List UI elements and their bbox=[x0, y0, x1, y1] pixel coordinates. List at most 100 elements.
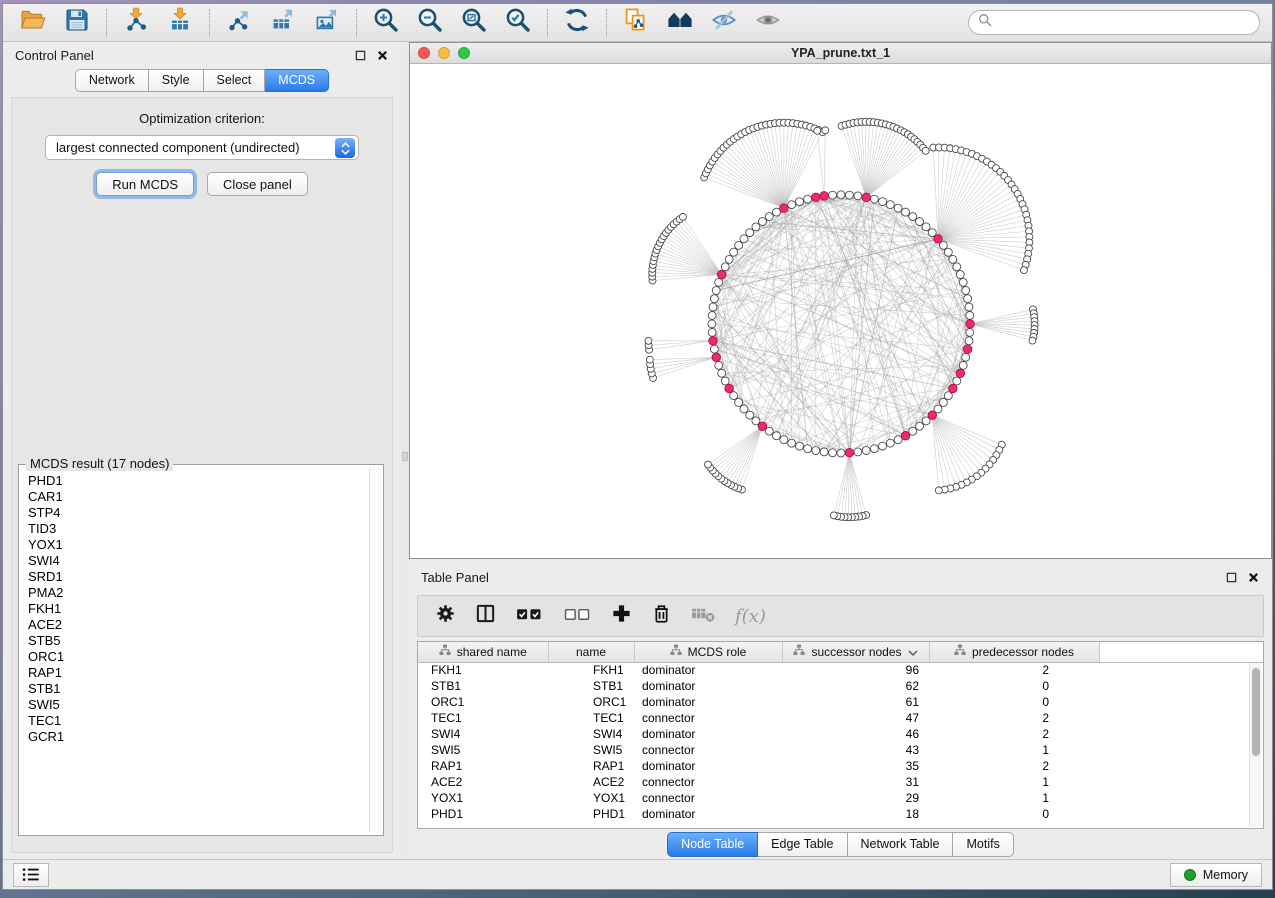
mcds-node[interactable] bbox=[949, 384, 958, 393]
network-node[interactable] bbox=[953, 263, 961, 271]
cell-predecessor-nodes[interactable]: 2 bbox=[929, 710, 1099, 726]
scrollbar-thumb[interactable] bbox=[1252, 668, 1260, 756]
network-node[interactable] bbox=[710, 295, 718, 303]
leaf-node[interactable] bbox=[922, 147, 929, 154]
mcds-result-list[interactable]: PHD1CAR1STP4TID3YOX1SWI4SRD1PMA2FKH1ACE2… bbox=[21, 469, 367, 833]
mcds-node[interactable] bbox=[963, 345, 972, 354]
network-node[interactable] bbox=[886, 201, 894, 209]
mcds-result-item[interactable]: PHD1 bbox=[28, 473, 367, 489]
network-node[interactable] bbox=[812, 447, 820, 455]
column-header-shared-name[interactable]: shared name bbox=[418, 642, 548, 662]
cell-MCDS-role[interactable]: dominator bbox=[634, 726, 782, 742]
cell-name[interactable]: SWI4 bbox=[548, 726, 634, 742]
network-node[interactable] bbox=[796, 198, 804, 206]
network-node[interactable] bbox=[796, 442, 804, 450]
cell-shared-name[interactable]: YOX1 bbox=[418, 790, 548, 806]
export-table-button[interactable] bbox=[261, 7, 305, 39]
refresh-layout-button[interactable] bbox=[555, 7, 599, 39]
mcds-result-item[interactable]: ACE2 bbox=[28, 617, 367, 633]
leaf-node[interactable] bbox=[679, 213, 686, 220]
network-node[interactable] bbox=[715, 278, 723, 286]
window-close-button[interactable] bbox=[418, 47, 430, 59]
zoom-out-button[interactable] bbox=[408, 7, 452, 39]
new-network-from-selection-button[interactable] bbox=[614, 7, 658, 39]
cell-MCDS-role[interactable]: connector bbox=[634, 710, 782, 726]
network-node[interactable] bbox=[721, 263, 729, 271]
hide-selected-button[interactable] bbox=[702, 7, 746, 39]
cell-shared-name[interactable]: ACE2 bbox=[418, 774, 548, 790]
network-node[interactable] bbox=[922, 223, 930, 231]
export-image-button[interactable] bbox=[305, 7, 349, 39]
select-all-button[interactable] bbox=[515, 602, 544, 630]
mcds-result-item[interactable]: GCR1 bbox=[28, 729, 367, 745]
network-node[interactable] bbox=[879, 198, 887, 206]
search-box[interactable] bbox=[968, 10, 1260, 35]
leaf-node[interactable] bbox=[645, 337, 652, 344]
network-node[interactable] bbox=[780, 436, 788, 444]
node-table[interactable]: shared namenameMCDS rolesuccessor nodesp… bbox=[418, 642, 1263, 822]
network-node[interactable] bbox=[746, 411, 754, 419]
cell-predecessor-nodes[interactable]: 2 bbox=[929, 758, 1099, 774]
column-header-name[interactable]: name bbox=[548, 642, 634, 662]
cell-successor-nodes[interactable]: 29 bbox=[782, 790, 929, 806]
network-node[interactable] bbox=[959, 278, 967, 286]
network-node[interactable] bbox=[964, 295, 972, 303]
network-node[interactable] bbox=[740, 235, 748, 243]
search-input[interactable] bbox=[998, 16, 1250, 30]
table-row[interactable]: ORC1ORC1dominator610 bbox=[418, 694, 1263, 710]
network-node[interactable] bbox=[820, 448, 828, 456]
window-zoom-button[interactable] bbox=[458, 47, 470, 59]
import-network-button[interactable] bbox=[114, 7, 158, 39]
import-table-button[interactable] bbox=[158, 7, 202, 39]
add-button[interactable] bbox=[611, 602, 632, 630]
leaf-node[interactable] bbox=[822, 127, 829, 134]
network-node[interactable] bbox=[965, 303, 973, 311]
memory-button[interactable]: Memory bbox=[1170, 863, 1262, 887]
run-mcds-button[interactable]: Run MCDS bbox=[96, 172, 194, 196]
network-node[interactable] bbox=[715, 361, 723, 369]
network-node[interactable] bbox=[758, 218, 766, 226]
close-panel-icon[interactable] bbox=[376, 49, 389, 62]
table-row[interactable]: TEC1TEC1connector472 bbox=[418, 710, 1263, 726]
mcds-result-item[interactable]: FKH1 bbox=[28, 601, 367, 617]
cell-name[interactable]: RAP1 bbox=[548, 758, 634, 774]
network-node[interactable] bbox=[854, 448, 862, 456]
tab-style[interactable]: Style bbox=[149, 69, 204, 92]
network-node[interactable] bbox=[735, 241, 743, 249]
cell-shared-name[interactable]: SWI4 bbox=[418, 726, 548, 742]
mcds-node[interactable] bbox=[758, 422, 767, 431]
float-panel-icon[interactable] bbox=[354, 49, 367, 62]
network-node[interactable] bbox=[956, 271, 964, 279]
cell-name[interactable]: SWI5 bbox=[548, 742, 634, 758]
table-scrollbar[interactable] bbox=[1249, 663, 1262, 827]
network-node[interactable] bbox=[916, 218, 924, 226]
tab-motifs[interactable]: Motifs bbox=[953, 832, 1013, 857]
cell-successor-nodes[interactable]: 47 bbox=[782, 710, 929, 726]
cell-MCDS-role[interactable]: dominator bbox=[634, 806, 782, 822]
cell-name[interactable]: ORC1 bbox=[548, 694, 634, 710]
network-node[interactable] bbox=[708, 328, 716, 336]
export-network-button[interactable] bbox=[217, 7, 261, 39]
mcds-node[interactable] bbox=[934, 235, 943, 244]
network-node[interactable] bbox=[829, 449, 837, 457]
close-panel-button[interactable]: Close panel bbox=[207, 172, 308, 196]
cell-MCDS-role[interactable]: connector bbox=[634, 742, 782, 758]
mcds-result-item[interactable]: SRD1 bbox=[28, 569, 367, 585]
cell-predecessor-nodes[interactable]: 1 bbox=[929, 790, 1099, 806]
network-node[interactable] bbox=[902, 208, 910, 216]
tab-mcds[interactable]: MCDS bbox=[265, 69, 329, 92]
leaf-node[interactable] bbox=[830, 512, 837, 519]
leaf-node[interactable] bbox=[704, 461, 711, 468]
window-minimize-button[interactable] bbox=[438, 47, 450, 59]
network-node[interactable] bbox=[939, 398, 947, 406]
cell-predecessor-nodes[interactable]: 1 bbox=[929, 742, 1099, 758]
cell-MCDS-role[interactable]: connector bbox=[634, 774, 782, 790]
cell-MCDS-role[interactable]: dominator bbox=[634, 662, 782, 678]
mcds-result-item[interactable]: TID3 bbox=[28, 521, 367, 537]
network-graph[interactable] bbox=[410, 64, 1271, 558]
column-header-MCDS-role[interactable]: MCDS role bbox=[634, 642, 782, 662]
columns-button[interactable] bbox=[475, 602, 496, 630]
mcds-result-item[interactable]: SWI5 bbox=[28, 697, 367, 713]
network-node[interactable] bbox=[944, 248, 952, 256]
cell-successor-nodes[interactable]: 35 bbox=[782, 758, 929, 774]
